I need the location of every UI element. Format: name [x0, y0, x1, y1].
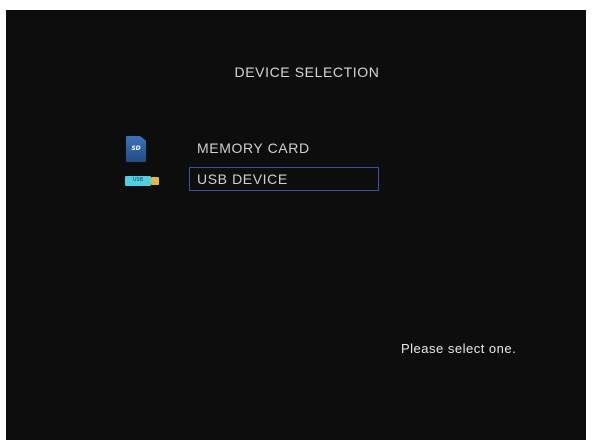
menu-item-usb-device[interactable]: USB DEVICE: [189, 167, 379, 191]
menu-item-label: MEMORY CARD: [197, 140, 310, 156]
sd-card-icon-text: SD: [131, 145, 141, 152]
usb-drive-body: USB: [125, 176, 151, 186]
menu-item-label: USB DEVICE: [197, 171, 288, 187]
sd-card-icon: SD: [126, 136, 146, 162]
usb-drive-plug: [151, 177, 159, 185]
menu-item-memory-card[interactable]: MEMORY CARD: [189, 136, 379, 160]
usb-drive-icon-text: USB: [132, 177, 144, 183]
hint-text: Please select one.: [401, 341, 517, 356]
usb-drive-icon: USB: [125, 176, 159, 186]
screen-title: DEVICE SELECTION: [234, 64, 380, 80]
tv-screen: DEVICE SELECTION SD MEMORY CARD USB USB …: [6, 10, 586, 440]
